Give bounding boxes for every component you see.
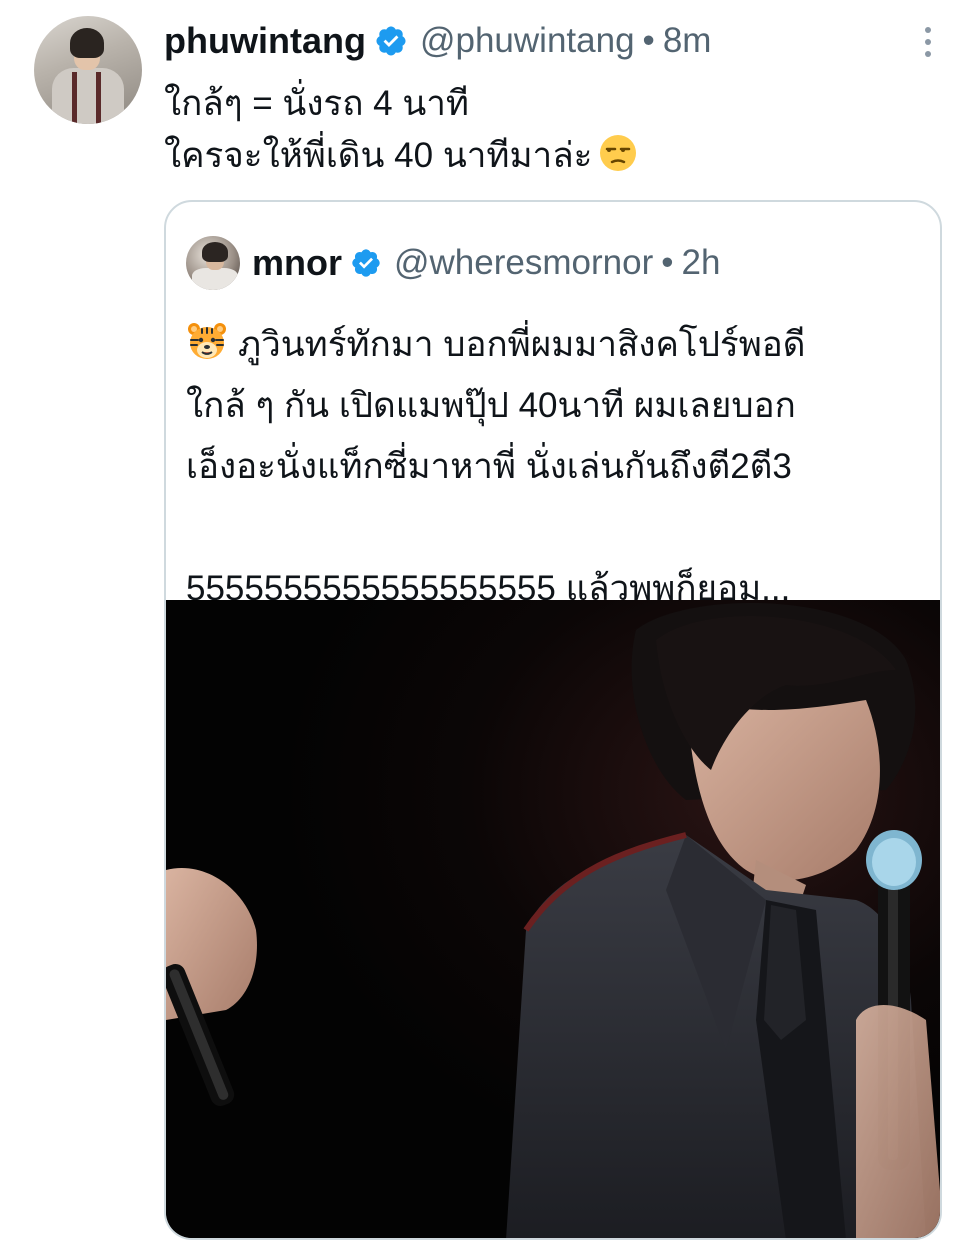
quoted-author-display-name[interactable]: mnor [252, 242, 342, 284]
quoted-text-line: เอ็งอะนั่งแท็กซี่มาหาพี่ นั่งเล่นกันถึงต… [186, 447, 792, 486]
verified-badge-icon [352, 249, 380, 277]
tweet-text-line: ใกล้ๆ = นั่งรถ 4 นาที [164, 84, 469, 123]
author-avatar[interactable] [34, 16, 142, 124]
quoted-text-line: ใกล้ ๆ กัน เปิดแมพปุ๊ป 40นาที ผมเลยบอก [186, 386, 796, 425]
quoted-text-line [186, 497, 926, 558]
tweet-text-line: ใครจะให้พี่เดิน 40 นาทีมาล่ะ [164, 130, 638, 182]
verified-badge-icon [376, 26, 406, 56]
author-handle[interactable]: @phuwintang [420, 21, 635, 61]
quoted-tweet-header: mnor @wheresmornor • 2h [186, 234, 720, 292]
concert-photo [166, 600, 940, 1238]
tweet[interactable]: phuwintang @phuwintang • 8m ใกล้ๆ = นั่ง… [0, 0, 976, 1240]
more-options-icon[interactable] [918, 22, 938, 66]
quoted-author-handle[interactable]: @wheresmornor [394, 243, 653, 283]
quoted-author-avatar[interactable] [186, 236, 240, 290]
quoted-tweet-timestamp[interactable]: 2h [681, 243, 720, 283]
tweet-text: ใกล้ๆ = นั่งรถ 4 นาที ใครจะให้พี่เดิน 40… [164, 78, 638, 182]
tweet-timestamp[interactable]: 8m [663, 21, 712, 61]
separator-dot: • [642, 21, 655, 60]
quoted-tweet-media[interactable] [166, 600, 940, 1238]
tweet-header: phuwintang @phuwintang • 8m [164, 18, 711, 64]
quoted-text-line: ภูวินทร์ทักมา บอกพี่ผมมาสิงคโปร์พอดี [186, 314, 926, 375]
separator-dot: • [661, 243, 674, 282]
quoted-tweet[interactable]: mnor @wheresmornor • 2h ภูวินทร์ทักมา บอ… [164, 200, 942, 1240]
quoted-tweet-text: ภูวินทร์ทักมา บอกพี่ผมมาสิงคโปร์พอดี ใกล… [186, 314, 926, 619]
tiger-face-icon [188, 323, 226, 359]
unamused-face-icon [600, 135, 637, 171]
author-display-name[interactable]: phuwintang [164, 20, 366, 62]
